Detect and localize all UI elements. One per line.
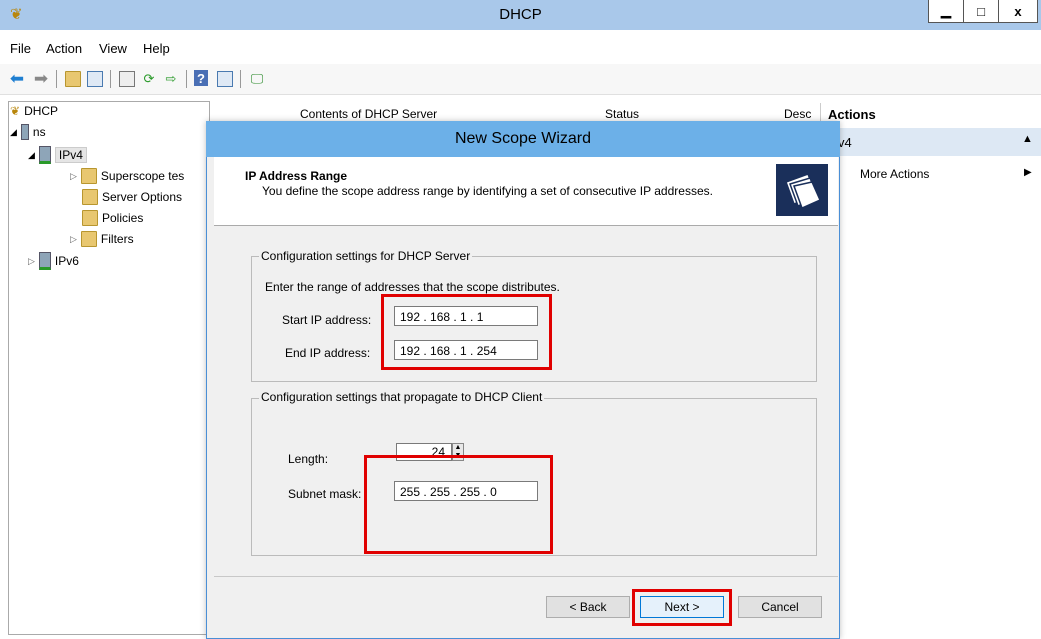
ipv6-icon: [38, 252, 51, 270]
minimize-button[interactable]: ▁: [928, 0, 964, 23]
wizard-heading: IP Address Range: [245, 169, 348, 183]
server-group-label: Configuration settings for DHCP Server: [259, 249, 473, 263]
filter-icon: [80, 231, 97, 247]
help-icon[interactable]: ?: [194, 70, 208, 86]
actions-section[interactable]: [820, 128, 1041, 156]
actions-section-label: v4: [838, 135, 852, 150]
server-icon: [20, 124, 29, 140]
wizard-subheading: You define the scope address range by id…: [262, 184, 713, 198]
server-options-icon: [82, 189, 98, 205]
tree-item-filters[interactable]: ▷ Filters: [70, 231, 134, 247]
wizard-folders-icon: [776, 164, 828, 216]
column-status[interactable]: Status: [605, 107, 639, 121]
tree-item-label: Server Options: [102, 190, 183, 204]
menu-view[interactable]: View: [99, 41, 127, 56]
tree-item-label: Filters: [100, 232, 134, 246]
menu-action[interactable]: Action: [46, 41, 82, 56]
tree-item-label: DHCP: [24, 104, 59, 118]
window-title: DHCP: [499, 6, 542, 23]
toolbar-separator: [186, 70, 187, 88]
dhcp-icon: ❦: [10, 104, 21, 118]
tree-item-label: Superscope tes: [100, 169, 185, 183]
expand-icon: ▷: [70, 170, 77, 181]
end-ip-label: End IP address:: [285, 346, 371, 360]
policies-icon: [82, 210, 98, 226]
tree-item-dhcp[interactable]: ❦ DHCP: [10, 104, 58, 118]
collapse-icon: ◢: [28, 149, 35, 160]
close-icon: x: [1014, 3, 1022, 19]
tree-item-label: IPv6: [54, 254, 79, 268]
subnet-mask-label: Subnet mask:: [288, 487, 362, 501]
client-group-label: Configuration settings that propagate to…: [259, 390, 545, 404]
back-button[interactable]: < Back: [546, 596, 630, 618]
ipv4-icon: [38, 146, 51, 164]
column-contents[interactable]: Contents of DHCP Server: [300, 107, 437, 121]
close-button[interactable]: x: [998, 0, 1038, 23]
show-hide-action-icon[interactable]: [216, 70, 234, 88]
folder-icon: [80, 168, 97, 184]
menu-file[interactable]: File: [10, 41, 31, 56]
export-list-icon[interactable]: ⇨: [162, 70, 180, 88]
wizard-footer-divider: [214, 576, 838, 577]
highlight-ip-range: [381, 294, 552, 370]
show-hide-tree-icon[interactable]: [86, 70, 104, 88]
actions-header: Actions: [828, 107, 876, 122]
tree-item-server[interactable]: ◢ ns: [10, 124, 46, 140]
more-actions-link[interactable]: More Actions: [860, 167, 929, 181]
toolbar-separator: [240, 70, 241, 88]
submenu-arrow-icon: ▶: [1024, 167, 1032, 178]
menu-help[interactable]: Help: [143, 41, 170, 56]
forward-icon[interactable]: ➡: [32, 69, 50, 88]
tree-item-ipv6[interactable]: ▷ IPv6: [28, 252, 79, 270]
collapse-icon: ◢: [10, 126, 17, 137]
expand-icon: ▷: [70, 233, 77, 244]
properties-icon[interactable]: [118, 70, 136, 88]
range-instruction: Enter the range of addresses that the sc…: [265, 280, 560, 294]
column-description[interactable]: Desc: [784, 107, 811, 121]
back-icon[interactable]: ⬅: [8, 69, 26, 88]
start-ip-label: Start IP address:: [282, 313, 372, 327]
tree-item-label: Policies: [102, 211, 144, 225]
expand-icon: ▷: [28, 255, 35, 266]
actions-pane: [820, 103, 1041, 637]
tree-item-superscope[interactable]: ▷ Superscope tes: [70, 168, 184, 184]
maximize-icon: □: [977, 3, 985, 19]
tree-item-ipv4[interactable]: ◢ IPv4: [28, 146, 87, 164]
toolbar-separator: [110, 70, 111, 88]
highlight-subnet-mask: [364, 455, 553, 554]
tree-item-label: IPv4: [54, 147, 87, 163]
length-label: Length:: [288, 452, 329, 466]
highlight-next-button: [632, 589, 732, 626]
tree-item-label: ns: [32, 125, 46, 139]
maximize-button[interactable]: □: [963, 0, 999, 23]
collapse-up-icon[interactable]: ▲: [1022, 133, 1033, 145]
wizard-title: New Scope Wizard: [206, 121, 840, 157]
tree-item-server-options[interactable]: Server Options: [82, 189, 182, 205]
tree-item-policies[interactable]: Policies: [82, 210, 143, 226]
cancel-button[interactable]: Cancel: [738, 596, 822, 618]
refresh-icon[interactable]: ⟳: [140, 70, 158, 88]
up-folder-icon[interactable]: [64, 70, 82, 88]
monitor-icon[interactable]: 🖵: [248, 70, 266, 88]
minimize-icon: ▁: [941, 3, 951, 18]
toolbar-separator: [56, 70, 57, 88]
